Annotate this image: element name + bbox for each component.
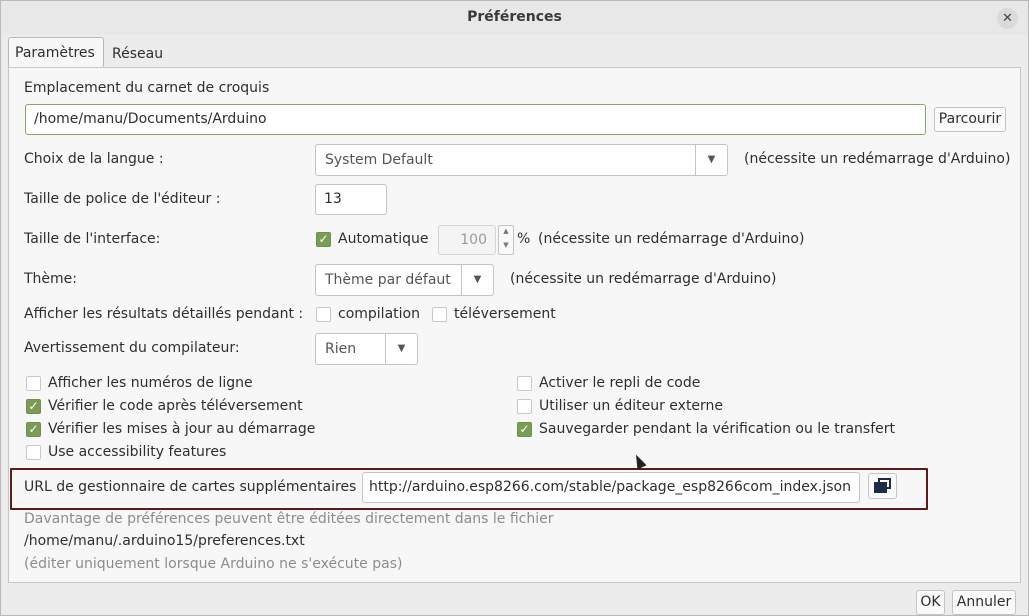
cancel-button[interactable]: Annuler bbox=[952, 590, 1016, 615]
chevron-up-icon[interactable]: ▲ bbox=[499, 226, 513, 240]
language-label: Choix de la langue : bbox=[24, 151, 164, 167]
language-note: (nécessite un redémarrage d'Arduino) bbox=[744, 151, 1011, 167]
tab-reseau[interactable]: Réseau bbox=[106, 39, 176, 69]
sketchbook-path-input[interactable]: /home/manu/Documents/Arduino bbox=[25, 104, 926, 135]
accessibility-label: Use accessibility features bbox=[48, 444, 227, 460]
font-size-input[interactable]: 13 bbox=[315, 184, 387, 215]
warnings-select[interactable]: Rien ▼ bbox=[315, 333, 418, 365]
verbose-upload-checkbox[interactable] bbox=[432, 307, 447, 322]
verbose-compile-checkbox[interactable] bbox=[316, 307, 331, 322]
check-icon: ✓ bbox=[28, 399, 39, 413]
chevron-down-icon: ▼ bbox=[461, 265, 493, 295]
preferences-dialog: Préférences ✕ Paramètres Réseau Emplacem… bbox=[0, 0, 1029, 616]
boards-url-input[interactable]: http://arduino.esp8266.com/stable/packag… bbox=[362, 472, 860, 503]
tab-parametres[interactable]: Paramètres bbox=[8, 37, 104, 68]
prefs-warning-text: (éditer uniquement lorsque Arduino ne s'… bbox=[24, 556, 403, 572]
edit-urls-button[interactable] bbox=[868, 473, 897, 499]
check-icon: ✓ bbox=[28, 422, 39, 436]
code-folding-label: Activer le repli de code bbox=[539, 375, 701, 391]
save-on-verify-label: Sauvegarder pendant la vérification ou l… bbox=[539, 421, 896, 437]
scale-value-input[interactable]: 100 bbox=[438, 225, 496, 255]
chevron-down-icon: ▼ bbox=[385, 334, 417, 364]
check-updates-label: Vérifier les mises à jour au démarrage bbox=[48, 421, 316, 437]
close-button[interactable]: ✕ bbox=[997, 8, 1018, 29]
language-select[interactable]: System Default ▼ bbox=[315, 144, 728, 176]
external-editor-label: Utiliser un éditeur externe bbox=[539, 398, 724, 414]
verbose-compile-label: compilation bbox=[338, 306, 420, 322]
tab-label: Réseau bbox=[112, 46, 164, 62]
font-size-label: Taille de police de l'éditeur : bbox=[24, 191, 221, 207]
prefs-file-path: /home/manu/.arduino15/preferences.txt bbox=[24, 533, 305, 549]
theme-note: (nécessite un redémarrage d'Arduino) bbox=[510, 271, 777, 287]
close-icon: ✕ bbox=[1002, 11, 1013, 26]
check-icon: ✓ bbox=[519, 422, 530, 436]
boards-url-label: URL de gestionnaire de cartes supplément… bbox=[24, 479, 357, 495]
window-title: Préférences bbox=[467, 9, 562, 25]
external-editor-checkbox[interactable] bbox=[517, 399, 532, 414]
verify-upload-label: Vérifier le code après téléversement bbox=[48, 398, 303, 414]
check-icon: ✓ bbox=[318, 232, 329, 246]
ok-button[interactable]: OK bbox=[916, 590, 945, 615]
auto-scale-label: Automatique bbox=[338, 231, 429, 247]
window-list-icon-front bbox=[874, 482, 887, 493]
accessibility-checkbox[interactable] bbox=[26, 445, 41, 460]
scale-note: (nécessite un redémarrage d'Arduino) bbox=[538, 231, 805, 247]
code-folding-checkbox[interactable] bbox=[517, 376, 532, 391]
theme-selected: Thème par défaut bbox=[325, 272, 451, 288]
warnings-selected: Rien bbox=[325, 341, 357, 357]
chevron-down-icon[interactable]: ▼ bbox=[499, 240, 513, 254]
theme-select[interactable]: Thème par défaut ▼ bbox=[315, 264, 494, 296]
browse-button[interactable]: Parcourir bbox=[934, 107, 1006, 132]
check-updates-checkbox[interactable]: ✓ bbox=[26, 422, 41, 437]
auto-scale-checkbox[interactable]: ✓ bbox=[316, 232, 331, 247]
verbose-upload-label: téléversement bbox=[454, 306, 556, 322]
title-bar: Préférences ✕ bbox=[1, 1, 1028, 35]
prefs-info-text: Davantage de préférences peuvent être éd… bbox=[24, 511, 554, 527]
theme-label: Thème: bbox=[24, 271, 78, 287]
verify-upload-checkbox[interactable]: ✓ bbox=[26, 399, 41, 414]
interface-scale-label: Taille de l'interface: bbox=[24, 231, 161, 247]
line-numbers-label: Afficher les numéros de ligne bbox=[48, 375, 253, 391]
chevron-down-icon: ▼ bbox=[695, 145, 727, 175]
line-numbers-checkbox[interactable] bbox=[26, 376, 41, 391]
verbose-label: Afficher les résultats détaillés pendant… bbox=[24, 306, 304, 322]
boards-url-value: http://arduino.esp8266.com/stable/packag… bbox=[368, 479, 851, 495]
scale-unit: % bbox=[517, 231, 531, 247]
sketchbook-label: Emplacement du carnet de croquis bbox=[24, 80, 270, 96]
warnings-label: Avertissement du compilateur: bbox=[24, 340, 240, 356]
scale-stepper[interactable]: ▲ ▼ bbox=[498, 225, 514, 255]
tab-label: Paramètres bbox=[15, 45, 95, 61]
language-selected: System Default bbox=[325, 152, 433, 168]
save-on-verify-checkbox[interactable]: ✓ bbox=[517, 422, 532, 437]
